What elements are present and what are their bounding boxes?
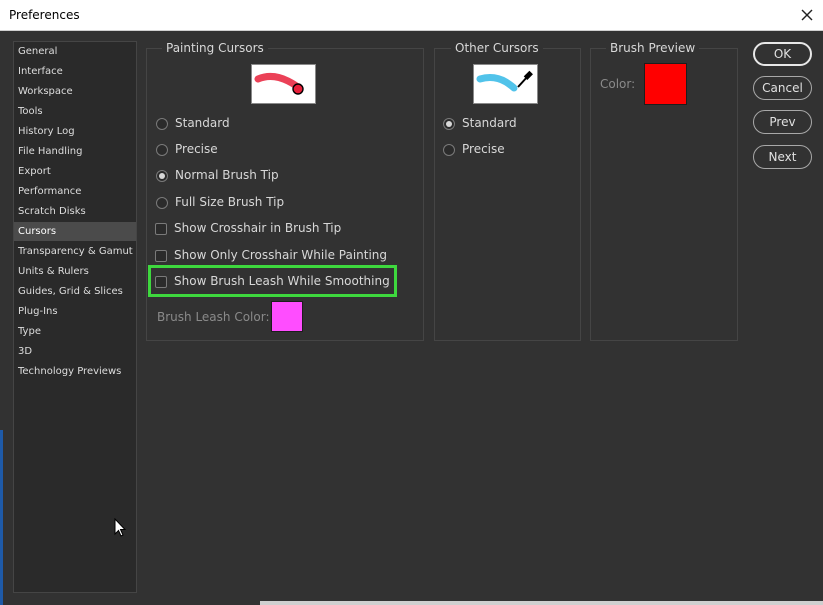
painting-radio-full-size-brush-tip-label: Full Size Brush Tip (175, 195, 285, 209)
sidebar-item-workspace[interactable]: Workspace (14, 82, 136, 101)
ok-button[interactable]: OK (753, 42, 812, 66)
sidebar-item-units-rulers[interactable]: Units & Rulers (14, 262, 136, 281)
preferences-sidebar: General Interface Workspace Tools Histor… (13, 41, 137, 593)
sidebar-item-tools[interactable]: Tools (14, 102, 136, 121)
checkbox-show-brush-leash-label: Show Brush Leash While Smoothing (174, 274, 390, 288)
close-icon[interactable] (795, 3, 819, 27)
sidebar-item-performance[interactable]: Performance (14, 182, 136, 201)
sidebar-item-plug-ins[interactable]: Plug-Ins (14, 302, 136, 321)
brush-leash-color-label: Brush Leash Color: (157, 310, 270, 324)
checkbox-show-crosshair-label: Show Crosshair in Brush Tip (174, 221, 342, 235)
painting-radio-full-size-brush-tip[interactable] (156, 197, 168, 209)
other-cursor-preview (473, 64, 538, 104)
brush-preview-title: Brush Preview (606, 41, 700, 55)
sidebar-item-guides-grid-slices[interactable]: Guides, Grid & Slices (14, 282, 136, 301)
painting-cursor-preview (251, 64, 316, 104)
sidebar-item-transparency-gamut[interactable]: Transparency & Gamut (14, 242, 136, 261)
brush-preview-color-label: Color: (600, 77, 636, 91)
sidebar-item-history-log[interactable]: History Log (14, 122, 136, 141)
taskbar-edge (260, 601, 823, 605)
sidebar-item-general[interactable]: General (14, 42, 136, 61)
next-button[interactable]: Next (753, 145, 812, 169)
brush-stroke-preview-icon (254, 72, 304, 95)
title-bar: Preferences (0, 0, 823, 31)
prev-button[interactable]: Prev (753, 110, 812, 134)
eyedropper-preview-icon (476, 70, 533, 92)
brush-leash-color-swatch[interactable] (271, 301, 303, 332)
brush-preview-color-swatch[interactable] (644, 63, 687, 105)
sidebar-item-scratch-disks[interactable]: Scratch Disks (14, 202, 136, 221)
window-title: Preferences (9, 8, 80, 22)
other-radio-standard-label: Standard (462, 116, 517, 130)
other-cursors-title: Other Cursors (451, 41, 543, 55)
sidebar-item-3d[interactable]: 3D (14, 342, 136, 361)
painting-cursors-title: Painting Cursors (162, 41, 268, 55)
sidebar-item-cursors[interactable]: Cursors (14, 222, 136, 241)
other-radio-standard[interactable] (443, 118, 455, 130)
painting-radio-precise-label: Precise (175, 142, 218, 156)
sidebar-item-type[interactable]: Type (14, 322, 136, 341)
sidebar-item-interface[interactable]: Interface (14, 62, 136, 81)
cancel-button[interactable]: Cancel (753, 76, 812, 100)
checkbox-show-crosshair[interactable] (155, 223, 167, 235)
sidebar-item-file-handling[interactable]: File Handling (14, 142, 136, 161)
painting-radio-precise[interactable] (156, 144, 168, 156)
painting-radio-normal-brush-tip[interactable] (156, 170, 168, 182)
other-radio-precise[interactable] (443, 144, 455, 156)
painting-radio-normal-brush-tip-label: Normal Brush Tip (175, 168, 279, 182)
desktop-edge (0, 430, 3, 605)
mouse-pointer-icon (114, 518, 127, 537)
sidebar-item-technology-previews[interactable]: Technology Previews (14, 362, 136, 381)
other-radio-precise-label: Precise (462, 142, 505, 156)
painting-radio-standard[interactable] (156, 118, 168, 130)
checkbox-show-only-crosshair-label: Show Only Crosshair While Painting (174, 248, 388, 262)
checkbox-show-only-crosshair[interactable] (155, 250, 167, 262)
painting-radio-standard-label: Standard (175, 116, 230, 130)
sidebar-item-export[interactable]: Export (14, 162, 136, 181)
checkbox-show-brush-leash[interactable] (155, 276, 167, 288)
